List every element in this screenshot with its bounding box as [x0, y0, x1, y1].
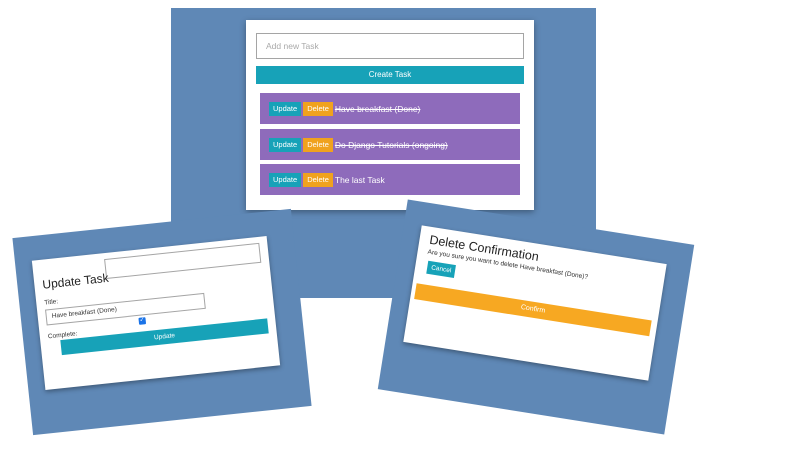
new-task-input[interactable] — [256, 33, 524, 59]
confirm-button[interactable]: Confirm — [414, 283, 652, 337]
cancel-button[interactable]: Cancel — [426, 260, 457, 279]
update-button[interactable]: Update — [269, 101, 302, 116]
title-label: Title: — [43, 298, 59, 307]
task-title: Have breakfast (Done) — [334, 103, 421, 114]
delete-button[interactable]: Delete — [303, 172, 333, 187]
task-row: Update Delete The last Task — [260, 164, 520, 195]
update-button[interactable]: Update — [269, 137, 302, 152]
update-task-modal: Update Task Title: Have breakfast (Done)… — [31, 236, 281, 390]
task-list-card: Create Task Update Delete Have breakfast… — [246, 20, 534, 210]
delete-button[interactable]: Delete — [303, 101, 333, 116]
create-task-button[interactable]: Create Task — [256, 66, 524, 84]
update-submit-button[interactable]: Update — [60, 318, 269, 356]
task-title: Do Django Tutorials (ongoing) — [334, 139, 448, 150]
update-button[interactable]: Update — [269, 172, 302, 187]
screenshot-collage: Create Task Update Delete Have breakfast… — [0, 0, 800, 450]
update-modal-heading: Update Task — [41, 270, 110, 292]
delete-button[interactable]: Delete — [303, 137, 333, 152]
complete-checkbox[interactable]: ✓ — [138, 317, 147, 325]
task-title: The last Task — [334, 174, 385, 185]
task-row: Update Delete Have breakfast (Done) — [260, 93, 520, 124]
task-row: Update Delete Do Django Tutorials (ongoi… — [260, 129, 520, 160]
title-input[interactable]: Have breakfast (Done) — [45, 292, 206, 326]
